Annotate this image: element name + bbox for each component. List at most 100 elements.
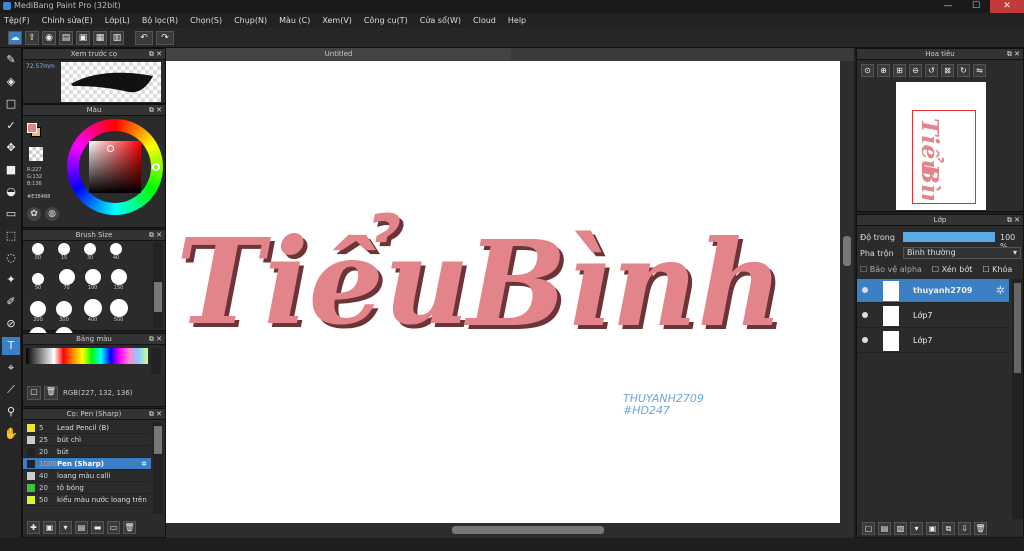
saturation-value-square[interactable] <box>89 141 141 193</box>
delete-palette-icon[interactable]: 🗑 <box>44 386 58 400</box>
brush-folder-icon[interactable]: ▣ <box>43 521 56 534</box>
delete-brush-icon[interactable]: 🗑 <box>123 521 136 534</box>
blend-mode-select[interactable]: Bình thường ▾ <box>903 247 1021 259</box>
select-tool-icon[interactable]: ⬚ <box>2 227 20 245</box>
divide-tool-icon[interactable]: ⟋ <box>2 381 20 399</box>
brush-settings-icon[interactable]: ✲ <box>141 460 147 468</box>
gradient-tool-icon[interactable]: ▭ <box>2 205 20 223</box>
menu-edit[interactable]: Chỉnh sửa(E) <box>42 16 93 25</box>
brush-size-option[interactable]: 30 <box>78 243 102 267</box>
redo-icon[interactable]: ↷ <box>156 30 174 45</box>
panel-close-icon[interactable]: ⧉ ✕ <box>149 409 162 420</box>
new-layer-icon[interactable]: ▢ <box>862 522 875 535</box>
layer-scrollbar[interactable] <box>1012 279 1023 519</box>
canvas-tab[interactable]: Untitled <box>166 48 511 60</box>
panel-close-icon[interactable]: ⧉ ✕ <box>1007 215 1020 226</box>
panel-close-icon[interactable]: ⧉ ✕ <box>149 230 162 241</box>
zoom-actual-icon[interactable]: ⊞ <box>893 64 906 77</box>
brush-size-option[interactable]: 70 <box>55 269 79 293</box>
brush-size-option[interactable]: 300 <box>52 301 76 325</box>
canvas-paper[interactable]: Tiểu Tiểu Bình Bình THUYANH2709 #HD247 <box>166 61 840 523</box>
transparent-swatch[interactable] <box>29 147 43 161</box>
panel-close-icon[interactable]: ⧉ ✕ <box>149 105 162 116</box>
delete-layer-icon[interactable]: 🗑 <box>974 522 987 535</box>
brush-size-option[interactable]: 15 <box>52 243 76 267</box>
clipping-checkbox[interactable]: ☐ Xén bớt <box>932 265 972 274</box>
rotate-left-icon[interactable]: ↺ <box>925 64 938 77</box>
fill-rect-icon[interactable]: ■ <box>2 161 20 179</box>
brush-size-option[interactable]: 400 <box>81 299 105 323</box>
eraser-tool-icon[interactable]: ◈ <box>2 73 20 91</box>
brush-item[interactable]: 25 bút chì <box>23 434 151 446</box>
dot-tool-icon[interactable]: ✓ <box>2 117 20 135</box>
visibility-eye-icon[interactable] <box>862 337 868 343</box>
brush-menu-icon[interactable]: ▾ <box>59 521 72 534</box>
zoom-out-icon[interactable]: ⊖ <box>909 64 922 77</box>
close-button[interactable]: ✕ <box>990 0 1024 13</box>
brush-size-option[interactable]: 500 <box>107 299 131 323</box>
brush-size-option[interactable]: 200 <box>26 301 50 325</box>
move-tool-icon[interactable]: ✥ <box>2 139 20 157</box>
layer-row[interactable]: Lớp7 <box>857 304 1009 328</box>
menu-tools[interactable]: Công cụ(T) <box>364 16 408 25</box>
cloud-icon[interactable]: ☁ <box>8 30 22 45</box>
menu-help[interactable]: Help <box>508 16 526 25</box>
undo-icon[interactable]: ↶ <box>135 30 153 45</box>
layer-settings-icon[interactable]: ✲ <box>996 284 1005 297</box>
palette-scrollbar[interactable] <box>151 348 161 374</box>
lock-checkbox[interactable]: ☐ Khóa <box>982 265 1012 274</box>
eyedrop-mode-icon[interactable]: ◍ <box>45 207 59 221</box>
protect-alpha-checkbox[interactable]: ☐ Bảo vệ alpha <box>860 265 922 274</box>
layer-row-selected[interactable]: thuyanh2709 ✲ <box>857 279 1009 303</box>
brush-size-option[interactable]: 50 <box>26 243 50 267</box>
zoom-in-icon[interactable]: ⊕ <box>877 64 890 77</box>
visibility-eye-icon[interactable] <box>862 312 868 318</box>
rect-tool-icon[interactable]: □ <box>2 95 20 113</box>
canvas-vertical-scrollbar[interactable] <box>840 61 854 538</box>
lasso-tool-icon[interactable]: ◌ <box>2 249 20 267</box>
text-tool-icon[interactable]: T <box>2 337 20 355</box>
menu-layer[interactable]: Lớp(L) <box>105 16 130 25</box>
menu-window[interactable]: Cửa sổ(W) <box>420 16 461 25</box>
brush-tool-icon[interactable]: ✎ <box>2 51 20 69</box>
bucket-tool-icon[interactable]: ◒ <box>2 183 20 201</box>
maximize-button[interactable]: ☐ <box>962 0 990 13</box>
brush-item[interactable]: 20 bút <box>23 446 151 458</box>
brush-item[interactable]: 5 Lead Pencil (B) <box>23 422 151 434</box>
brush-size-option[interactable]: 40 <box>104 243 128 267</box>
panel-close-icon[interactable]: ⧉ ✕ <box>1007 49 1020 60</box>
brush-size-scrollbar[interactable] <box>153 242 163 328</box>
brush-item[interactable]: 20 tô bóng <box>23 482 151 494</box>
operation-tool-icon[interactable]: ⌖ <box>2 359 20 377</box>
hand-tool-icon[interactable]: ✋ <box>2 425 20 443</box>
menu-file[interactable]: Tệp(F) <box>4 16 30 25</box>
comment-icon[interactable]: ◉ <box>42 30 56 45</box>
menu-view[interactable]: Xem(V) <box>322 16 352 25</box>
export-icon[interactable]: ▣ <box>76 30 90 45</box>
magic-wand-icon[interactable]: ✦ <box>2 271 20 289</box>
palette-mode-icon[interactable]: ✿ <box>27 207 41 221</box>
brush-size-option[interactable]: 50 <box>26 273 50 297</box>
duplicate-layer-icon[interactable]: ⧉ <box>942 522 955 535</box>
merge-layer-icon[interactable]: ⇩ <box>958 522 971 535</box>
panel-close-icon[interactable]: ⧉ ✕ <box>149 49 162 60</box>
new-palette-icon[interactable]: ▢ <box>27 386 41 400</box>
brush-item-selected[interactable]: 1000 Pen (Sharp) ✲ <box>23 458 151 470</box>
save-icon[interactable]: ▤ <box>59 30 73 45</box>
menu-snap[interactable]: Chụp(N) <box>234 16 267 25</box>
brush-item[interactable]: 50 kiểu màu nước loang trên <box>23 494 151 506</box>
menu-color[interactable]: Màu (C) <box>279 16 310 25</box>
brush-item[interactable]: 40 loang màu calli <box>23 470 151 482</box>
brush-group-icon[interactable]: ▬ <box>91 521 104 534</box>
add-brush-icon[interactable]: ✚ <box>27 521 40 534</box>
minimize-button[interactable]: — <box>934 0 962 13</box>
layer-folder-icon[interactable]: ▣ <box>926 522 939 535</box>
visibility-eye-icon[interactable] <box>862 287 868 293</box>
new-halftone-layer-icon[interactable]: ▤ <box>878 522 891 535</box>
new-8bit-layer-icon[interactable]: ▧ <box>894 522 907 535</box>
hue-cursor[interactable] <box>152 163 160 171</box>
navigator-preview[interactable]: Tiểu Bình <box>896 82 986 210</box>
brush-edit-icon[interactable]: ▭ <box>107 521 120 534</box>
rotate-right-icon[interactable]: ↻ <box>957 64 970 77</box>
menu-select[interactable]: Chọn(S) <box>190 16 222 25</box>
